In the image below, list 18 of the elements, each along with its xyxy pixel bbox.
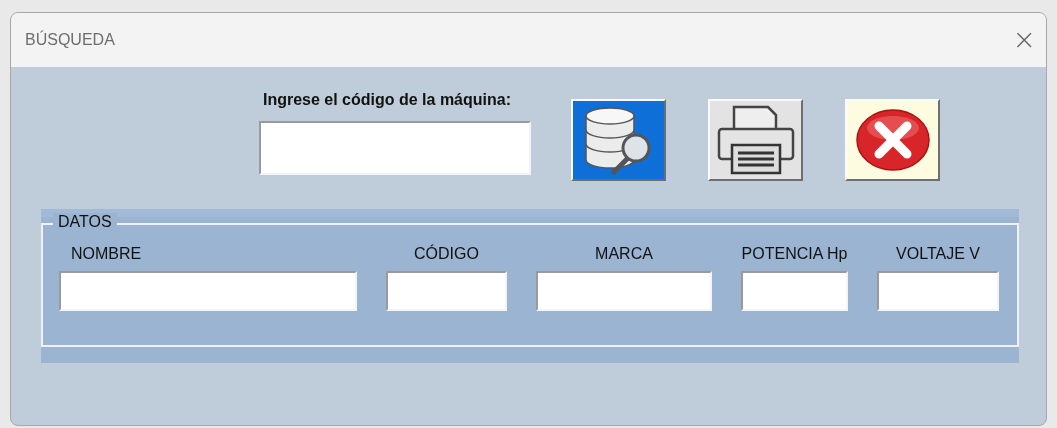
input-field[interactable] bbox=[741, 271, 848, 311]
field-label: MARCA bbox=[594, 245, 654, 264]
search-button[interactable] bbox=[571, 99, 666, 181]
field-label: CÓDIGO bbox=[413, 245, 480, 264]
code-label: Ingrese el código de la máquina: bbox=[262, 91, 511, 109]
input-field[interactable] bbox=[386, 271, 507, 311]
window-title: BÚSQUEDA bbox=[25, 31, 115, 49]
field-label: NOMBRE bbox=[70, 245, 143, 264]
close-button[interactable]: × bbox=[1012, 26, 1036, 54]
input-field[interactable] bbox=[877, 271, 999, 311]
code-input-field[interactable] bbox=[259, 121, 531, 175]
close-icon bbox=[854, 108, 931, 172]
cancel-button[interactable] bbox=[845, 99, 940, 181]
field-label: POTENCIA Hp bbox=[741, 245, 848, 264]
print-button[interactable] bbox=[708, 99, 803, 181]
field-label: VOLTAJE V bbox=[895, 245, 981, 264]
input-field[interactable] bbox=[59, 271, 357, 311]
input-field[interactable] bbox=[536, 271, 712, 311]
